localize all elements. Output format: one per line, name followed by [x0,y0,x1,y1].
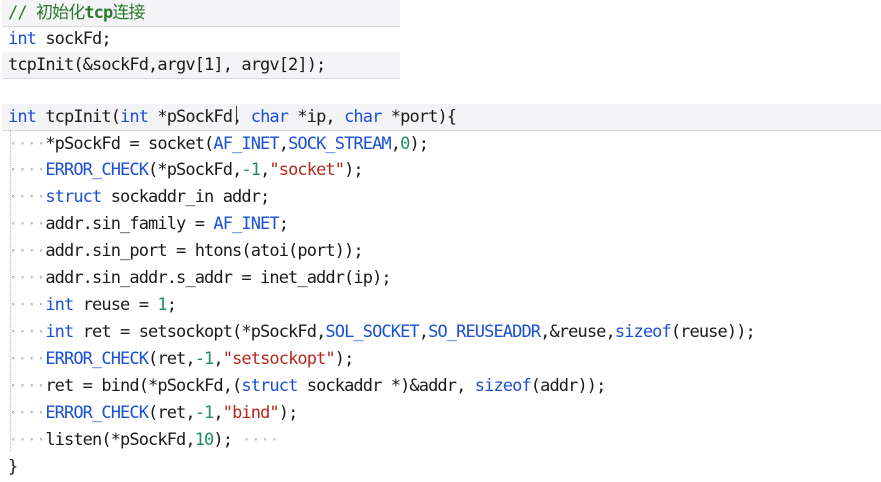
code-text: ret = setsockopt(*pSockFd, [73,322,327,342]
keyword: sizeof [474,376,532,396]
code-text: (reuse)); [670,322,756,342]
code-line-body-8[interactable]: ····int ret = setsockopt(*pSockFd,SOL_SO… [8,319,756,345]
indent-marker: ···· [8,268,46,288]
code-text: (addr)); [530,376,607,396]
code-text: ; [278,214,289,234]
number: -1 [241,160,261,180]
constant: SOCK_STREAM [288,134,392,154]
string: "bind" [222,403,280,423]
code-text: (ret, [148,349,196,369]
indent-marker: ···· [8,295,46,315]
keyword: int [120,107,149,127]
code-text: , [390,134,401,154]
keyword: int [45,295,74,315]
code-text: , [418,322,429,342]
comment-text: 初始化 [36,3,85,23]
indent-marker: ···· [8,160,46,180]
code-line-body-9[interactable]: ····ERROR_CHECK(ret,-1,"setsockopt"); [8,346,355,372]
keyword: struct [241,376,298,396]
comment-rest: 连接 [112,3,145,23]
macro: ERROR_CHECK [45,160,149,180]
keyword: char [344,107,382,127]
code-text: ; [166,295,177,315]
code-text: ); [213,430,233,450]
param-2: *ip, [288,107,345,127]
indent-marker: ···· [8,187,46,207]
code-text: addr.sin_port = htons(atoi(port)); [45,241,363,261]
number: -1 [194,403,215,423]
indent-marker: ···· [8,349,46,369]
string: "setsockopt" [222,349,336,369]
code-editor[interactable]: // 初始化tcp连接 int sockFd; tcpInit(&sockFd,… [0,0,881,482]
code-text: reuse = [73,295,158,315]
code-text: addr.sin_addr.s_addr = inet_addr(ip); [45,268,391,288]
code-line-body-7[interactable]: ····int reuse = 1; [8,292,177,318]
indent-marker: ···· [8,376,46,396]
constant: SOL_SOCKET [325,322,419,342]
code-text: , [278,134,289,154]
constant: AF_INET [213,214,279,234]
code-text: ); [278,403,299,423]
decl-rest: sockFd; [36,29,111,49]
code-text: ); [409,134,429,154]
code-text: (*pSockFd, [148,160,242,180]
call-text: tcpInit(&sockFd,argv[1], argv[2]); [8,55,326,75]
code-line-comment[interactable]: // 初始化tcp连接 [8,0,145,26]
code-line-body-11[interactable]: ····ERROR_CHECK(ret,-1,"bind"); [8,400,299,426]
code-line-body-12[interactable]: ····listen(*pSockFd,10); ···· [8,427,280,453]
code-line-body-3[interactable]: ····struct sockaddr_in addr; [8,184,271,210]
keyword: int [8,107,37,127]
code-line-call[interactable]: tcpInit(&sockFd,argv[1], argv[2]); [8,52,326,78]
code-line-body-1[interactable]: ····*pSockFd = socket(AF_INET,SOCK_STREA… [8,131,429,157]
code-text: , [213,349,223,369]
code-line-body-2[interactable]: ····ERROR_CHECK(*pSockFd,-1,"socket"); [8,157,364,183]
keyword: int [8,29,37,49]
keyword: char [250,107,289,127]
comment-bold-word: tcp [84,3,113,23]
text-cursor [236,106,237,124]
code-line-body-10[interactable]: ····ret = bind(*pSockFd,(struct sockaddr… [8,373,607,399]
macro: ERROR_CHECK [45,403,149,423]
close-brace: } [8,457,18,477]
code-text: ); [334,349,355,369]
indent-marker: ···· [8,134,46,154]
number: 1 [157,295,167,315]
string: "socket" [269,160,345,180]
param-3: *port){ [381,107,457,127]
code-text: , [260,160,270,180]
code-line-decl[interactable]: int sockFd; [8,26,112,52]
code-text: ret = bind(*pSockFd,( [45,376,242,396]
code-line-func-signature[interactable]: int tcpInit(int *pSockFd, char *ip, char… [8,104,457,130]
code-text: ); [344,160,364,180]
trailing-whitespace-marker: ···· [232,430,279,450]
indent-marker: ···· [8,214,46,234]
keyword: sizeof [614,322,672,342]
macro: ERROR_CHECK [45,349,149,369]
comment-slashes: // [8,3,28,23]
keyword: int [45,322,74,342]
code-line-body-4[interactable]: ····addr.sin_family = AF_INET; [8,211,289,237]
code-line-close-brace[interactable]: } [8,454,18,480]
number: -1 [194,349,215,369]
constant: SO_REUSEADDR [428,322,541,342]
func-name: tcpInit( [36,107,121,127]
code-text: (ret, [148,403,196,423]
code-text: , [213,403,223,423]
indent-marker: ···· [8,403,46,423]
code-line-body-5[interactable]: ····addr.sin_port = htons(atoi(port)); [8,238,364,264]
constant: AF_INET [213,134,279,154]
code-text: sockaddr *)&addr, [297,376,475,396]
keyword: struct [45,187,102,207]
indent-marker: ···· [8,430,46,450]
code-text: addr.sin_family = [45,214,214,234]
code-text: listen(*pSockFd, [45,430,195,450]
code-text: *pSockFd = socket( [45,134,214,154]
number: 10 [194,430,215,450]
code-text: sockaddr_in addr; [101,187,271,207]
indent-marker: ···· [8,322,46,342]
indent-marker: ···· [8,241,46,261]
code-line-body-6[interactable]: ····addr.sin_addr.s_addr = inet_addr(ip)… [8,265,392,291]
code-text: ,&reuse, [540,322,616,342]
